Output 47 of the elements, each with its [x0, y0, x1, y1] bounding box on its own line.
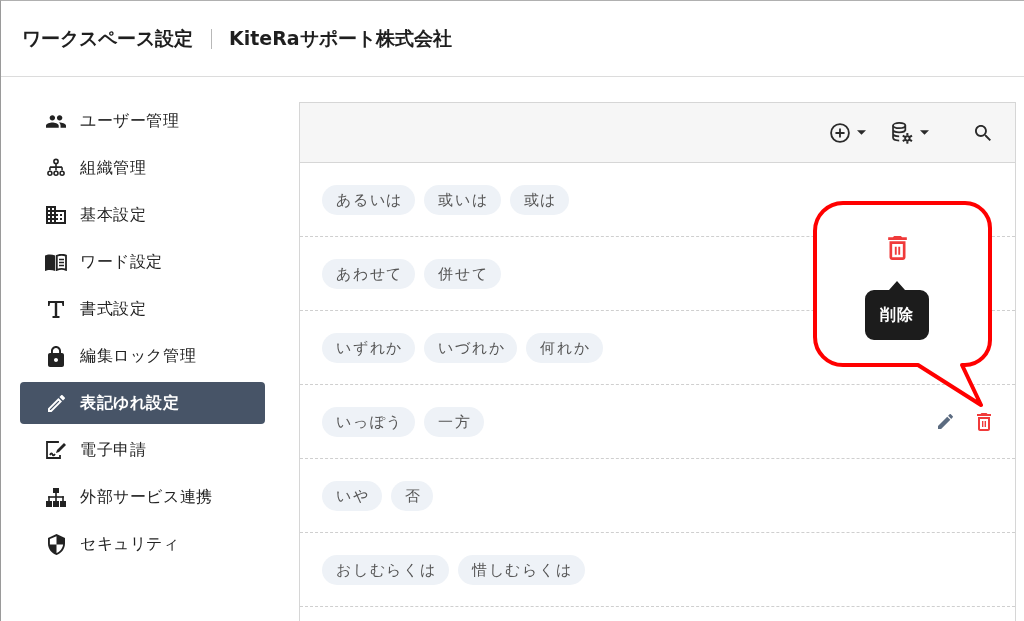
sidebar-item[interactable]: セキュリティ: [20, 523, 265, 565]
search-icon: [975, 124, 991, 141]
hierarchy-icon: [46, 158, 66, 178]
pencil-icon: [938, 414, 953, 429]
term-chip: あるいは: [322, 184, 416, 215]
term-chip: 一方: [424, 406, 484, 437]
term-chip: いっぽう: [322, 406, 416, 437]
term-chip: いづれか: [424, 332, 518, 363]
text-format-icon: [48, 300, 64, 318]
pencil-icon: [47, 394, 65, 412]
sidebar-item[interactable]: 電子申請: [20, 429, 265, 471]
term-chip: 或いは: [424, 184, 501, 215]
caret-icon: [857, 130, 866, 135]
people-icon: [46, 114, 66, 128]
page-title: ワークスペース設定: [22, 25, 193, 51]
plus-circle-icon: [830, 122, 850, 143]
sidebar-item[interactable]: 基本設定: [20, 194, 265, 236]
sidebar-item[interactable]: ユーザー管理: [20, 100, 265, 142]
building-icon: [46, 206, 66, 224]
delete-button[interactable]: [975, 410, 993, 433]
sidebar-item[interactable]: 書式設定: [20, 288, 265, 330]
database-gear-icon: [892, 121, 913, 144]
term-chip: いや: [322, 480, 382, 511]
sidebar-item[interactable]: 外部サービス連携: [20, 476, 265, 518]
shield-icon: [47, 533, 65, 555]
signed-document-icon: [45, 441, 67, 459]
sitemap-icon: [46, 487, 66, 507]
sidebar-item[interactable]: 表記ゆれ設定: [20, 382, 265, 424]
trash-icon: [888, 236, 907, 260]
term-chip: あわせて: [322, 258, 416, 289]
sidebar-item[interactable]: 編集ロック管理: [20, 335, 265, 377]
term-chip: 惜しむらくは: [457, 554, 585, 585]
organization-name: KiteRaサポート株式会社: [229, 25, 452, 51]
caret-icon: [920, 130, 929, 135]
sidebar-item[interactable]: ワード設定: [20, 241, 265, 283]
edit-button[interactable]: [936, 412, 955, 431]
trash-icon: [977, 412, 991, 431]
term-chip: 或は: [509, 184, 570, 215]
term-chip: 併せて: [424, 258, 501, 289]
tooltip: 削除: [864, 280, 930, 340]
term-chip: おしむらくは: [322, 554, 449, 585]
sidebar-item[interactable]: 組織管理: [20, 147, 265, 189]
term-chip: いずれか: [322, 332, 416, 363]
book-icon: [45, 253, 67, 271]
term-chip: 否: [390, 480, 434, 511]
term-chip: 何れか: [526, 332, 603, 363]
lock-icon: [48, 345, 64, 367]
